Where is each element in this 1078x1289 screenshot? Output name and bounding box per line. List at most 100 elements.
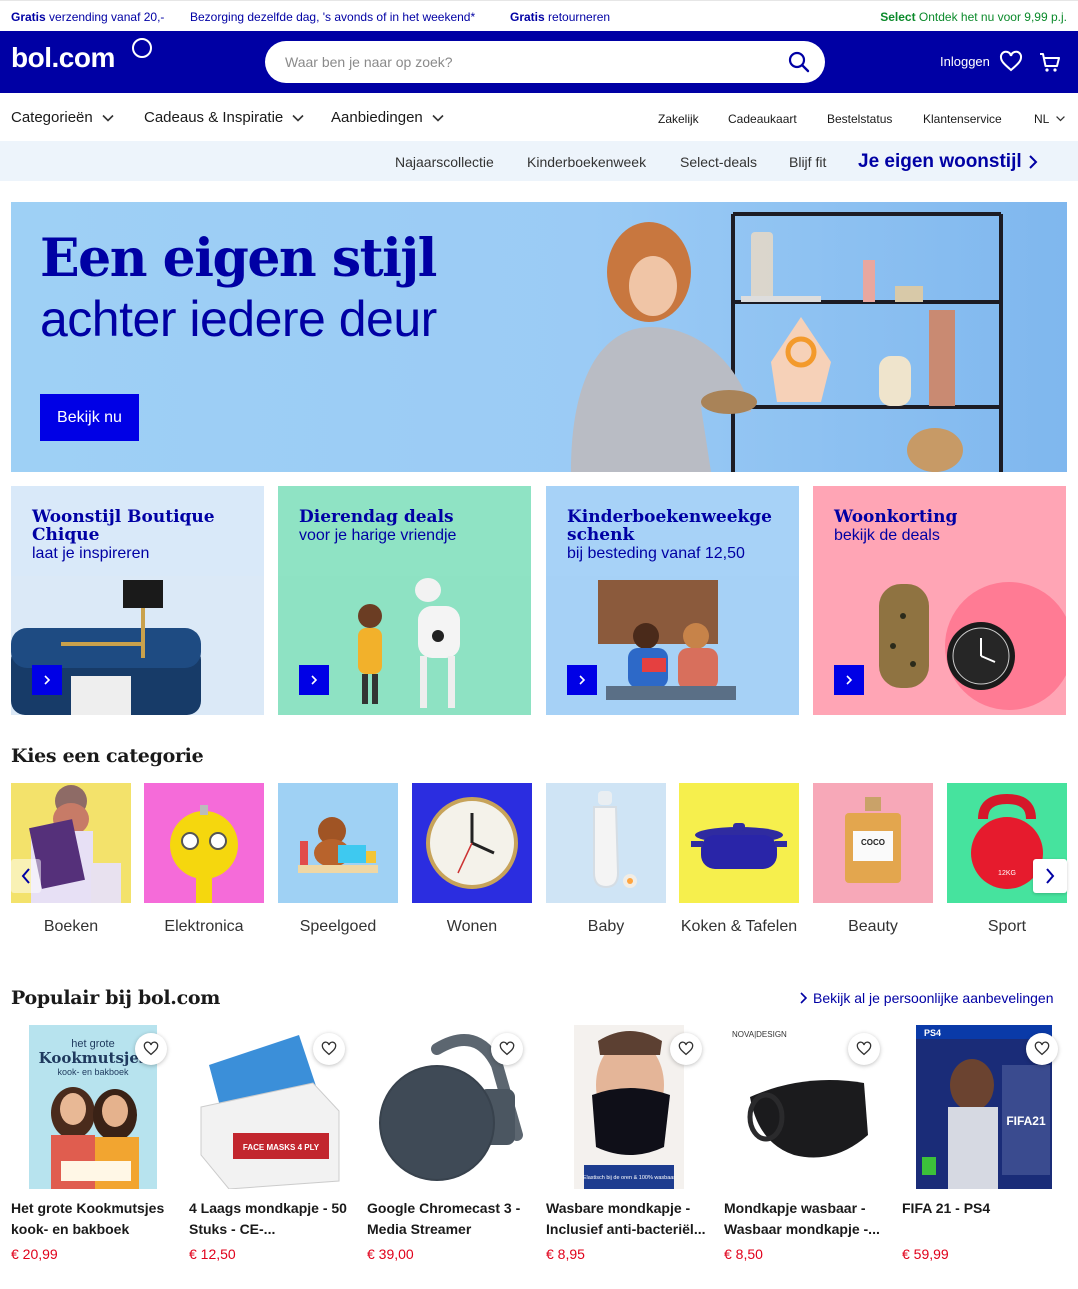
nav-categories[interactable]: Categorieën (11, 109, 115, 126)
usp-shipping[interactable]: Gratis verzending vanaf 20,- (11, 10, 164, 24)
campaign-link-select[interactable]: Select-deals (680, 154, 757, 170)
usp-bar: Gratis verzending vanaf 20,- Bezorging d… (0, 0, 1078, 31)
product-card[interactable]: FACE MASKS 4 PLY 4 Laags mondkapje - 50 … (189, 1025, 353, 1262)
product-name[interactable]: Mondkapje wasbaar - Wasbaar mondkapje -.… (724, 1198, 888, 1240)
nav-gifts-label: Cadeaus & Inspiratie (144, 109, 284, 126)
product-name[interactable]: Wasbare mondkapje - Inclusief anti-bacte… (546, 1198, 710, 1240)
heart-icon (143, 1041, 159, 1056)
hero-cta-button[interactable]: Bekijk nu (40, 394, 139, 441)
promo-tile-woonstijl[interactable]: Woonstijl Boutique Chique laat je inspire… (11, 486, 264, 715)
product-card[interactable]: Elastisch bij de oren & 100% wasbaar Was… (546, 1025, 710, 1262)
campaign-link-fit[interactable]: Blijf fit (789, 154, 826, 170)
product-card[interactable]: het grote Kookmutsjes kook- en bakboek Het… (11, 1025, 175, 1262)
nav-categories-label: Categorieën (11, 109, 93, 126)
category-label: Boeken (43, 918, 99, 935)
product-image[interactable]: PS4 FIFA21 (902, 1025, 1066, 1189)
search-bar (265, 41, 825, 83)
usp-select[interactable]: Select Ontdek het nu voor 9,99 p.j. (880, 10, 1067, 24)
product-card[interactable]: PS4 FIFA21 FIFA 21 - PS4 € 59,99 (902, 1025, 1066, 1262)
chevron-right-icon (579, 675, 586, 685)
product-price: € 12,50 (189, 1246, 236, 1262)
category-baby[interactable]: Baby (546, 783, 666, 936)
campaign-nav: Najaarscollectie Kinderboekenweek Select… (0, 141, 1078, 181)
category-label: Speelgoed (299, 918, 377, 935)
category-living[interactable]: Wonen (412, 783, 532, 936)
campaign-link-woonstijl[interactable]: Je eigen woonstijl (858, 151, 1038, 173)
chevron-right-icon (1028, 155, 1038, 169)
chevron-right-icon (1046, 868, 1055, 884)
chevron-right-icon (800, 992, 807, 1004)
promo-arrow-button[interactable] (32, 665, 62, 695)
product-image[interactable]: Elastisch bij de oren & 100% wasbaar (546, 1025, 710, 1189)
product-price: € 8,50 (724, 1246, 763, 1262)
language-selector[interactable]: NL (1034, 112, 1049, 126)
category-beauty[interactable]: COCO Beauty (813, 783, 933, 936)
promo-title: Woonkorting bekijk de deals (834, 508, 1054, 545)
wishlist-button[interactable] (848, 1033, 880, 1065)
product-card[interactable]: NOVA|DESIGN Mondkapje wasbaar - Wasbaar … (724, 1025, 888, 1262)
popular-heading: Populair bij bol.com (11, 987, 221, 1009)
category-label: Beauty (848, 918, 898, 935)
category-label: Wonen (446, 918, 498, 935)
promo-arrow-button[interactable] (567, 665, 597, 695)
wishlist-button[interactable] (491, 1033, 523, 1065)
product-name[interactable]: 4 Laags mondkapje - 50 Stuks - CE-... (189, 1198, 353, 1240)
wishlist-button[interactable] (670, 1033, 702, 1065)
category-image-beauty: COCO (813, 783, 933, 903)
campaign-link-autumn[interactable]: Najaarscollectie (395, 154, 494, 170)
login-link[interactable]: Inloggen (940, 54, 990, 69)
category-toys[interactable]: Speelgoed (278, 783, 398, 936)
category-label: Sport (987, 918, 1027, 935)
campaign-link-bookweek[interactable]: Kinderboekenweek (527, 154, 646, 170)
product-image[interactable]: het grote Kookmutsjes kook- en bakboek (11, 1025, 175, 1189)
heart-icon[interactable] (999, 50, 1023, 74)
product-image[interactable] (367, 1025, 531, 1189)
nav-business[interactable]: Zakelijk (658, 112, 699, 126)
promo-tile-dierendag[interactable]: Dierendag deals voor je harige vriendje (278, 486, 531, 715)
bolcom-logo[interactable]: bol.com (11, 42, 115, 74)
product-price: € 39,00 (367, 1246, 414, 1262)
promo-tile-kinderboekenweek[interactable]: Kinderboekenweekge schenk bij besteding v… (546, 486, 799, 715)
category-image-living (412, 783, 532, 903)
usp-returns[interactable]: Gratis retourneren (510, 10, 610, 24)
product-image[interactable]: NOVA|DESIGN (724, 1025, 888, 1189)
chevron-down-icon (292, 114, 304, 122)
carousel-next-button[interactable] (1033, 859, 1067, 893)
category-electronics[interactable]: Elektronica (144, 783, 264, 936)
category-image-baby (546, 783, 666, 903)
cart-icon[interactable] (1038, 50, 1062, 74)
wishlist-button[interactable] (135, 1033, 167, 1065)
chevron-down-icon (432, 114, 444, 122)
promo-title: Woonstijl Boutique Chique laat je inspire… (32, 508, 252, 563)
svg-text:NOVA|DESIGN: NOVA|DESIGN (732, 1030, 787, 1039)
wishlist-button[interactable] (1026, 1033, 1058, 1065)
nav-order-status[interactable]: Bestelstatus (827, 112, 892, 126)
logo-badge-icon (132, 38, 152, 58)
search-icon[interactable] (787, 50, 811, 74)
heart-icon (321, 1041, 337, 1056)
nav-giftcard[interactable]: Cadeaukaart (728, 112, 797, 126)
promo-tile-woonkorting[interactable]: Woonkorting bekijk de deals (813, 486, 1066, 715)
promo-arrow-button[interactable] (299, 665, 329, 695)
site-header: bol.com Inloggen (0, 31, 1078, 93)
recommendations-link-label: Bekijk al je persoonlijke aanbevelingen (813, 990, 1054, 1006)
hero-subtitle: achter iedere deur (40, 291, 437, 347)
category-label: Koken & Tafelen (680, 918, 798, 935)
promo-arrow-button[interactable] (834, 665, 864, 695)
nav-customer-service[interactable]: Klantenservice (923, 112, 1002, 126)
carousel-prev-button[interactable] (11, 859, 41, 893)
category-cooking[interactable]: Koken & Tafelen (679, 783, 799, 936)
usp-delivery[interactable]: Bezorging dezelfde dag, 's avonds of in … (190, 10, 475, 24)
product-image[interactable]: FACE MASKS 4 PLY (189, 1025, 353, 1189)
product-name[interactable]: FIFA 21 - PS4 (902, 1198, 1066, 1240)
hero-banner[interactable]: Een eigen stijl achter iedere deur Bekij… (11, 202, 1067, 472)
product-name[interactable]: Het grote Kookmutsjes kook- en bakboek (11, 1198, 175, 1240)
product-card[interactable]: Google Chromecast 3 - Media Streamer € 3… (367, 1025, 531, 1262)
svg-text:COCO: COCO (861, 838, 885, 847)
recommendations-link[interactable]: Bekijk al je persoonlijke aanbevelingen (799, 990, 1054, 1006)
product-name[interactable]: Google Chromecast 3 - Media Streamer (367, 1198, 531, 1240)
nav-deals[interactable]: Aanbiedingen (331, 109, 445, 126)
nav-gifts[interactable]: Cadeaus & Inspiratie (144, 109, 305, 126)
search-input[interactable] (285, 41, 765, 83)
wishlist-button[interactable] (313, 1033, 345, 1065)
